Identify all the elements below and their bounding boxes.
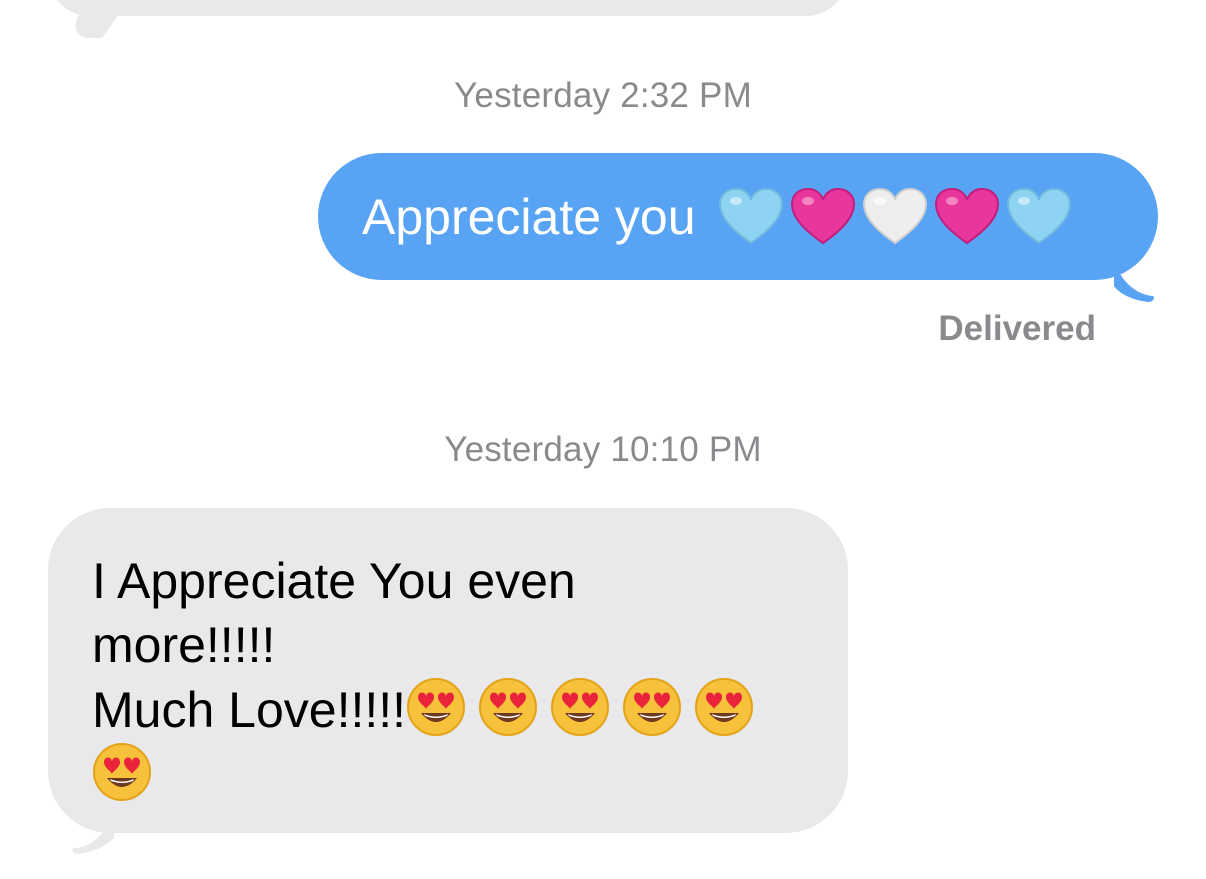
delivery-status: Delivered (938, 309, 1096, 348)
message-text: Appreciate you (362, 188, 696, 245)
timestamp: Yesterday 10:10 PM (444, 430, 762, 469)
message-text-line: Much Love!!!!! (92, 677, 808, 742)
timestamp: Yesterday 2:32 PM (454, 76, 752, 115)
pink-heart-icon (934, 187, 999, 244)
heart-eyes-face-icon (695, 678, 754, 736)
heart-eyes-emoji-row (92, 742, 808, 807)
heart-eyes-face-icon (407, 678, 466, 736)
light-blue-heart-icon (1006, 187, 1071, 244)
heart-emoji-row (718, 187, 1072, 247)
outgoing-message-bubble[interactable]: Appreciate you (318, 153, 1158, 280)
message-text-line: more!!!!! (92, 617, 276, 673)
heart-eyes-emoji-row (406, 678, 766, 738)
outgoing-bubble-tail (1114, 258, 1155, 302)
white-heart-icon (862, 187, 927, 244)
previous-bubble-tail (62, 10, 122, 38)
previous-incoming-bubble[interactable] (48, 0, 848, 16)
incoming-message-bubble[interactable]: I Appreciate You even more!!!!! Much Lov… (48, 508, 848, 833)
heart-eyes-face-icon (479, 678, 538, 736)
heart-eyes-face-icon (93, 743, 151, 801)
pink-heart-icon (790, 187, 855, 244)
heart-eyes-face-icon (623, 678, 682, 736)
incoming-bubble-tail (72, 808, 114, 854)
heart-eyes-face-icon (551, 678, 610, 736)
message-text-line: I Appreciate You even (92, 553, 576, 609)
light-blue-heart-icon (718, 187, 783, 244)
